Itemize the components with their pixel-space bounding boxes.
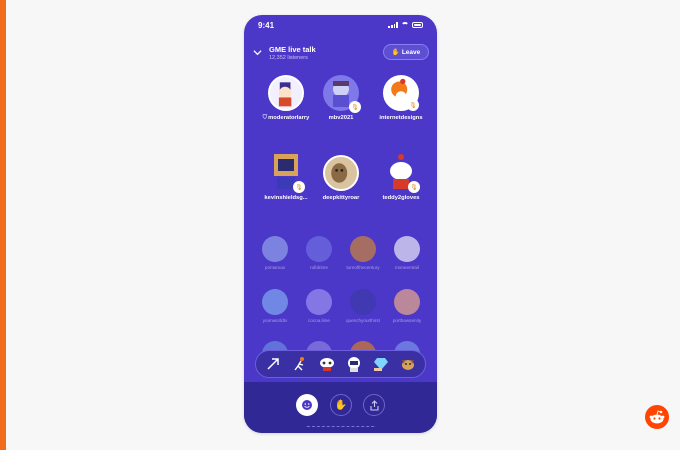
reaction-bar bbox=[255, 350, 426, 378]
listener-avatar bbox=[262, 236, 288, 262]
speaker-tile[interactable]: 🎙 internetdesigns bbox=[371, 75, 431, 121]
listener-avatar bbox=[306, 289, 332, 315]
speaker-tile[interactable]: 🎙 teddy2gloves bbox=[371, 151, 431, 201]
speaker-name: internetdesigns bbox=[379, 115, 423, 121]
arrow-up-icon[interactable] bbox=[263, 354, 283, 374]
speaker-name: mbv2021 bbox=[328, 115, 354, 121]
listener-tile[interactable]: moneentrail bbox=[384, 236, 430, 270]
speaker-tile[interactable]: ⛉moderatorlarry bbox=[256, 75, 316, 122]
share-icon bbox=[369, 399, 379, 411]
speaker-name: teddy2gloves bbox=[382, 195, 420, 201]
status-time: 9:41 bbox=[258, 21, 275, 30]
dog-icon[interactable] bbox=[398, 354, 418, 374]
emoji-button[interactable] bbox=[296, 394, 318, 416]
mic-icon: 🎙 bbox=[293, 181, 305, 193]
stage-area: ⛉moderatorlarry 🎙 mbv2021 🎙 internetdesi… bbox=[244, 71, 437, 379]
hand-icon: ✋ bbox=[334, 399, 348, 411]
status-icons bbox=[388, 22, 423, 28]
left-accent-bar bbox=[0, 0, 6, 450]
smiley-icon bbox=[302, 400, 312, 410]
listener-name: yoonworldtv bbox=[262, 318, 288, 323]
speaker-avatar bbox=[268, 75, 304, 111]
signal-icon bbox=[388, 22, 398, 28]
speaker-tile[interactable]: 🎙 mbv2021 bbox=[311, 75, 371, 121]
speaker-avatar bbox=[323, 155, 359, 191]
share-button[interactable] bbox=[363, 394, 385, 416]
speaker-avatar: 🎙 bbox=[323, 75, 361, 113]
listener-tile[interactable]: turnofthecentury bbox=[340, 236, 386, 270]
moderator-shield-icon: ⛉ bbox=[262, 115, 268, 121]
speaker-name: kevinshieldsg... bbox=[264, 195, 308, 201]
listener-tile[interactable]: quenchyourthirst bbox=[340, 289, 386, 323]
listener-tile[interactable]: cocoa.lime bbox=[296, 289, 342, 323]
mic-icon: 🎙 bbox=[349, 101, 361, 113]
speaker-avatar: 🎙 bbox=[383, 75, 419, 111]
battery-icon bbox=[412, 22, 423, 28]
listener-count: 12,352 listeners bbox=[269, 55, 308, 61]
speaker-name: moderatorlarry bbox=[268, 115, 310, 121]
listener-avatar bbox=[394, 236, 420, 262]
leave-label: Leave bbox=[401, 48, 421, 56]
speaker-tile[interactable]: 🎙 kevinshieldsg... bbox=[256, 151, 316, 201]
speaker-tile[interactable]: deepkittyroar bbox=[311, 155, 371, 201]
home-indicator bbox=[306, 426, 376, 429]
listener-name: porthawsenity bbox=[392, 318, 422, 323]
listener-name: moneentrail bbox=[394, 265, 419, 270]
wave-hand-icon: ✋ bbox=[391, 49, 400, 56]
listener-name: quenchyourthirst bbox=[346, 318, 380, 323]
listener-name: turnofthecentury bbox=[346, 265, 380, 270]
leave-button[interactable]: ✋ Leave bbox=[383, 44, 429, 60]
mic-icon: 🎙 bbox=[407, 99, 419, 111]
phone-frame: 9:41 GME live talk 12,352 listeners ✋ Le… bbox=[244, 15, 437, 433]
room-title: GME live talk bbox=[269, 45, 316, 54]
speaker-name: deepkittyroar bbox=[322, 195, 360, 201]
mic-icon: 🎙 bbox=[408, 181, 420, 193]
listener-avatar bbox=[394, 289, 420, 315]
listener-avatar bbox=[350, 289, 376, 315]
chevron-down-icon[interactable] bbox=[253, 48, 262, 57]
listener-tile[interactable]: rufidrime bbox=[296, 236, 342, 270]
listener-name: pontamax bbox=[264, 265, 286, 270]
listener-tile[interactable]: porthawsenity bbox=[384, 289, 430, 323]
speaker-avatar: 🎙 bbox=[269, 151, 305, 193]
listener-name: cocoa.lime bbox=[308, 318, 330, 323]
bottom-bar: ✋ bbox=[244, 382, 437, 433]
listener-avatar bbox=[306, 236, 332, 262]
speaker-avatar: 🎙 bbox=[384, 151, 420, 193]
wifi-icon bbox=[401, 22, 409, 28]
listener-name: rufidrime bbox=[310, 265, 328, 270]
raise-hand-button[interactable]: ✋ bbox=[330, 394, 352, 416]
diamond-hands-icon[interactable] bbox=[371, 354, 391, 374]
robot-icon[interactable] bbox=[317, 354, 337, 374]
astronaut-icon[interactable] bbox=[344, 354, 364, 374]
listener-tile[interactable]: yoonworldtv bbox=[252, 289, 298, 323]
reddit-logo-icon bbox=[645, 405, 669, 429]
listener-tile[interactable]: pontamax bbox=[252, 236, 298, 270]
listener-avatar bbox=[262, 289, 288, 315]
listener-avatar bbox=[350, 236, 376, 262]
runner-icon[interactable] bbox=[290, 354, 310, 374]
